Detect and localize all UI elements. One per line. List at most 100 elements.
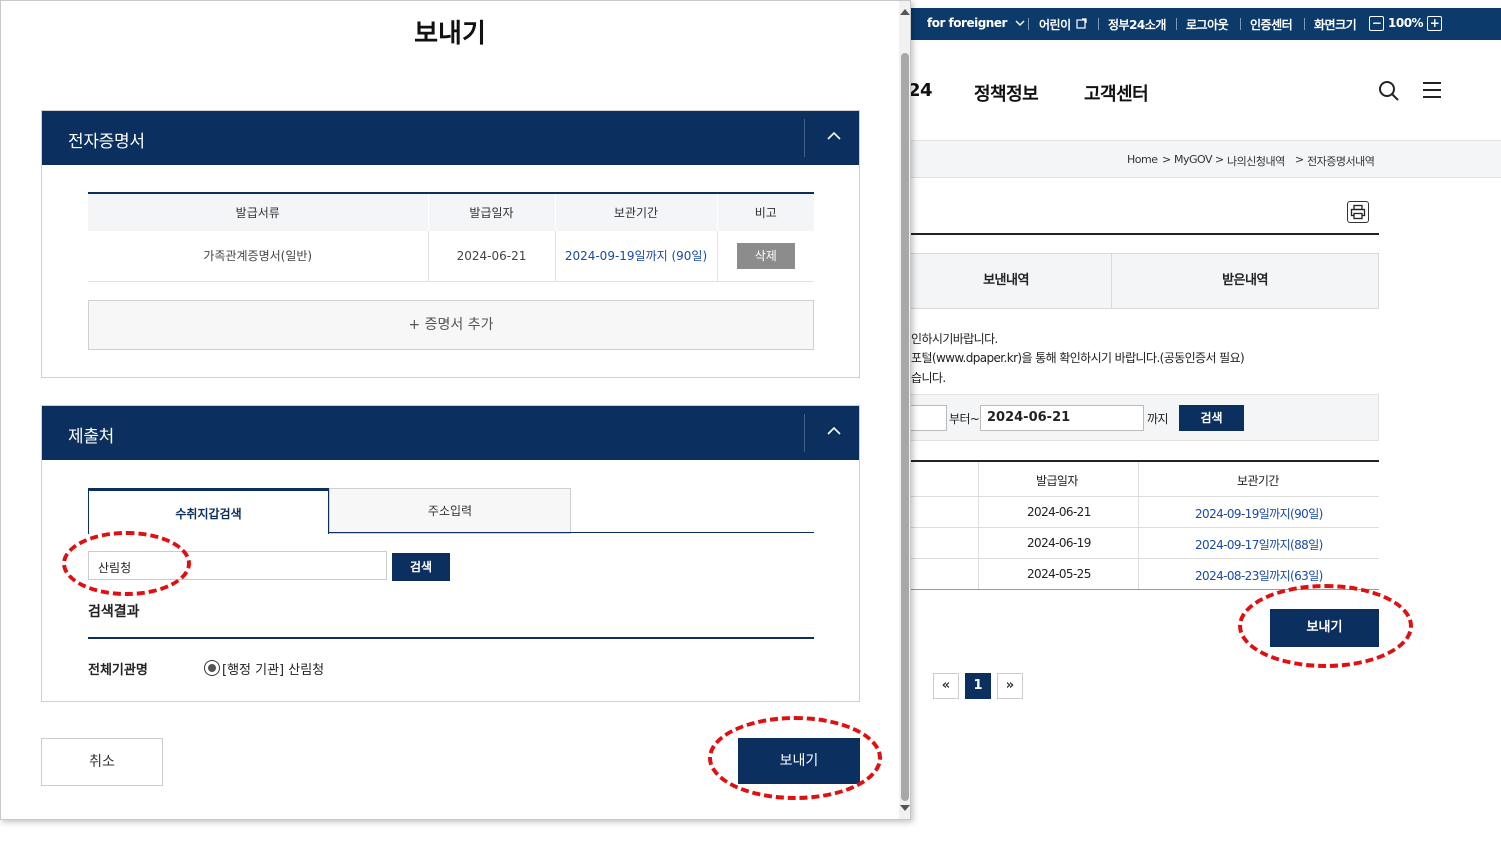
divider — [88, 637, 814, 639]
table-bottom-line — [900, 589, 1379, 590]
main-nav: 24 정책정보 고객센터 — [900, 40, 1501, 140]
menu-icon[interactable] — [1422, 81, 1442, 99]
divider — [1098, 18, 1099, 30]
chevron-up-icon[interactable] — [827, 426, 841, 436]
breadcrumb: Home > MyGOV > 나의신청내역 > 전자증명서내역 — [900, 140, 1501, 178]
wallet-search-input[interactable]: 산림청 — [88, 551, 387, 580]
keep-period-link[interactable]: 2024-09-17일까지(88일) — [1195, 536, 1323, 553]
breadcrumb-sep: > — [1162, 153, 1171, 166]
issued-date: 2024-06-19 — [1027, 536, 1091, 550]
date-to-label: 까지 — [1147, 412, 1168, 426]
table-header: 발급서류 — [88, 193, 429, 231]
ecert-table: 발급서류 발급일자 보관기간 비고 가족관계증명서(일반) 2024-06-21… — [88, 192, 814, 282]
submit-panel: 제출처 수취지갑검색 주소입력 산림청 검색 검색결과 전체기관명 [행정 기관… — [41, 405, 860, 702]
external-link-icon — [1076, 18, 1087, 29]
breadcrumb-sep: > — [1295, 153, 1304, 166]
table-header: 발급일자 — [428, 193, 556, 231]
ecert-panel-title: 전자증명서 — [68, 132, 145, 152]
divider — [1304, 18, 1305, 30]
cert-issued-date: 2024-06-21 — [428, 231, 556, 282]
screen: for foreigner 어린이 정부24소개 로그아웃 인증센터 화면크기 … — [0, 0, 1501, 846]
scroll-down-icon[interactable] — [900, 805, 910, 811]
printer-icon — [1350, 204, 1366, 220]
breadcrumb-my-applications[interactable]: 나의신청내역 — [1227, 153, 1285, 169]
date-to-input[interactable]: 2024-06-21 — [980, 405, 1144, 431]
cert-action-cell: 삭제 — [717, 231, 814, 282]
nav-item-support[interactable]: 고객센터 — [1084, 80, 1149, 106]
row-divider — [900, 527, 1379, 528]
cancel-button[interactable]: 취소 — [41, 738, 163, 786]
row-divider — [900, 558, 1379, 559]
wallet-search-button[interactable]: 검색 — [392, 553, 450, 581]
row-divider — [900, 496, 1379, 497]
divider — [1176, 18, 1177, 30]
divider — [804, 119, 805, 157]
pager-last-button[interactable]: » — [997, 673, 1023, 699]
tab-received[interactable]: 받은내역 — [1111, 253, 1379, 309]
table-header: 비고 — [717, 193, 814, 231]
ecert-panel-header: 전자증명서 — [42, 111, 859, 165]
table-header: 보관기간 — [1237, 474, 1279, 488]
ecert-panel: 전자증명서 발급서류 발급일자 보관기간 비고 가족관계증명서(일반) 2024… — [41, 110, 860, 378]
intro-link[interactable]: 정부24소개 — [1108, 16, 1166, 33]
modal-title: 보내기 — [414, 19, 486, 49]
breadcrumb-home[interactable]: Home — [1127, 153, 1158, 166]
scrollbar-thumb[interactable] — [901, 53, 909, 801]
date-from-label: 부터~ — [949, 412, 980, 426]
foreigner-link[interactable]: for foreigner — [927, 16, 1025, 30]
org-label: 전체기관명 — [88, 663, 148, 678]
tab-sent[interactable]: 보낸내역 — [900, 253, 1112, 309]
tab-wallet-search[interactable]: 수취지갑검색 — [88, 488, 329, 534]
keep-period-link[interactable]: 2024-08-23일까지(63일) — [1195, 567, 1323, 584]
tab-address-input[interactable]: 주소입력 — [329, 488, 571, 534]
utility-bar: for foreigner 어린이 정부24소개 로그아웃 인증센터 화면크기 … — [900, 8, 1501, 40]
date-search-button[interactable]: 검색 — [1179, 405, 1244, 431]
screen-size-label: 화면크기 — [1314, 18, 1357, 32]
breadcrumb-mygov[interactable]: MyGOV — [1174, 153, 1213, 166]
print-button[interactable] — [1347, 201, 1369, 223]
breadcrumb-ecert-history[interactable]: 전자증명서내역 — [1307, 153, 1375, 169]
org-result[interactable]: [행정 기관] 산림청 — [222, 659, 324, 678]
divider — [804, 414, 805, 452]
logout-link[interactable]: 로그아웃 — [1186, 16, 1229, 33]
kids-link[interactable]: 어린이 — [1039, 16, 1087, 33]
submit-panel-header: 제출처 — [42, 406, 859, 460]
send-button[interactable]: 보내기 — [738, 738, 860, 784]
col-divider — [978, 462, 979, 589]
org-radio[interactable] — [204, 660, 220, 676]
tab-underline — [329, 532, 814, 533]
zoom-out-button[interactable]: − — [1369, 16, 1384, 31]
table-top-line — [900, 460, 1379, 462]
pager-page-1[interactable]: 1 — [965, 673, 991, 699]
results-title: 검색결과 — [88, 604, 140, 620]
col-divider — [1138, 462, 1139, 589]
nav-item-partial[interactable]: 24 — [908, 80, 933, 101]
page-send-button[interactable]: 보내기 — [1270, 609, 1379, 647]
notice-line: 인하시기바랍니다. — [911, 332, 998, 346]
issued-date: 2024-06-21 — [1027, 505, 1091, 519]
divider — [900, 233, 1379, 235]
cert-center-link[interactable]: 인증센터 — [1250, 16, 1293, 33]
scroll-up-icon[interactable] — [900, 9, 910, 15]
notice-line: 습니다. — [911, 371, 946, 385]
table-row: 가족관계증명서(일반) 2024-06-21 2024-09-19일까지 (90… — [88, 231, 814, 282]
table-header: 발급일자 — [1036, 474, 1078, 488]
send-modal: 보내기 전자증명서 발급서류 발급일자 보관기간 비고 가족관계증명서(일반) … — [0, 0, 911, 820]
zoom-in-button[interactable]: + — [1427, 16, 1442, 31]
search-icon[interactable] — [1378, 80, 1400, 102]
keep-period-link[interactable]: 2024-09-19일까지(90일) — [1195, 505, 1323, 522]
pager-first-button[interactable]: « — [933, 673, 959, 699]
nav-item-policy[interactable]: 정책정보 — [974, 80, 1039, 106]
issued-date: 2024-05-25 — [1027, 567, 1091, 581]
submit-panel-title: 제출처 — [68, 427, 115, 447]
table-header: 보관기간 — [555, 193, 718, 231]
divider — [1028, 18, 1029, 30]
divider — [1240, 18, 1241, 30]
notice-line: 포털(www.dpaper.kr)을 통해 확인하시기 바랍니다.(공동인증서 … — [911, 351, 1245, 365]
chevron-up-icon[interactable] — [827, 131, 841, 141]
add-cert-button[interactable]: + 증명서 추가 — [88, 300, 814, 350]
breadcrumb-sep: > — [1215, 153, 1224, 166]
delete-button[interactable]: 삭제 — [736, 242, 795, 269]
chevron-down-icon — [1015, 20, 1025, 26]
cert-keep-period: 2024-09-19일까지 (90일) — [555, 231, 718, 282]
